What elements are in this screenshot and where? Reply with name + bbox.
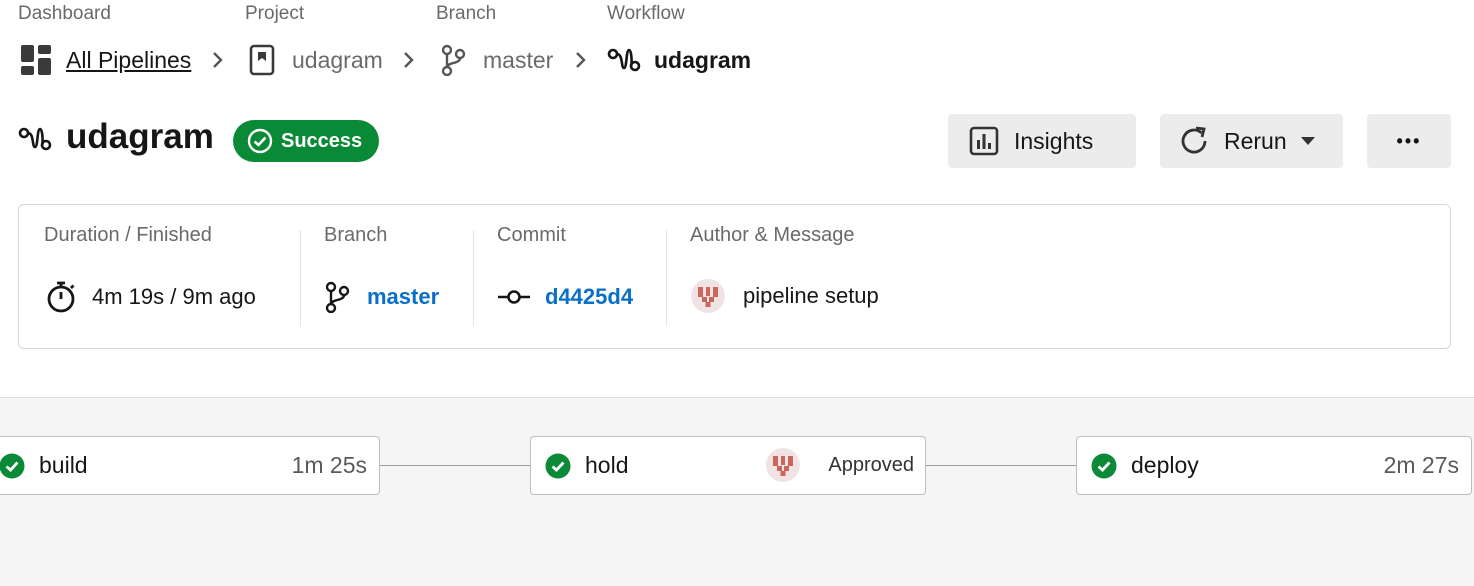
workflow-icon bbox=[606, 42, 642, 78]
author-message-label: Author & Message bbox=[690, 224, 855, 246]
breadcrumb: All Pipelines udagram master udagram bbox=[18, 41, 918, 79]
rerun-button-label: Rerun bbox=[1224, 127, 1287, 154]
branch-icon bbox=[325, 281, 350, 313]
branch-section: Branch master bbox=[324, 224, 474, 326]
job-name: deploy bbox=[1131, 452, 1199, 478]
job-duration: 1m 25s bbox=[291, 452, 367, 478]
commit-value-row: d4425d4 bbox=[497, 280, 633, 314]
stopwatch-icon bbox=[47, 281, 75, 313]
job-build[interactable]: build 1m 25s bbox=[0, 436, 380, 495]
check-circle-icon bbox=[0, 453, 25, 479]
breadcrumb-branch-label: master bbox=[483, 46, 554, 73]
job-name: hold bbox=[585, 452, 629, 478]
job-hold[interactable]: hold Approved bbox=[530, 436, 926, 495]
check-circle-icon bbox=[1091, 453, 1117, 479]
breadcrumb-project[interactable]: udagram bbox=[244, 41, 383, 79]
status-badge-label: Success bbox=[281, 129, 363, 152]
breadcrumb-workflow[interactable]: udagram bbox=[606, 41, 751, 79]
page-title: udagram bbox=[66, 117, 214, 156]
duration-value: 4m 19s / 9m ago bbox=[92, 284, 256, 309]
job-connector bbox=[380, 465, 530, 466]
commit-link[interactable]: d4425d4 bbox=[545, 284, 633, 310]
status-badge: Success bbox=[233, 120, 379, 162]
breadcrumb-workflow-label: udagram bbox=[654, 46, 752, 73]
breadcrumb-project-label: udagram bbox=[292, 46, 383, 73]
breadcrumb-branch[interactable]: master bbox=[435, 41, 553, 79]
commit-message: pipeline setup bbox=[743, 283, 879, 308]
author-section: Author & Message pipeline setup bbox=[690, 224, 990, 326]
commit-icon bbox=[498, 290, 530, 304]
commit-section: Commit d4425d4 bbox=[497, 224, 667, 326]
approval-status: Approved bbox=[828, 454, 914, 476]
job-deploy[interactable]: deploy 2m 27s bbox=[1076, 436, 1472, 495]
project-icon bbox=[244, 42, 280, 78]
duration-label: Duration / Finished bbox=[44, 224, 212, 246]
refresh-icon bbox=[1178, 125, 1210, 157]
branch-label: Branch bbox=[324, 224, 388, 246]
divider bbox=[666, 230, 667, 326]
duration-value-row: 4m 19s / 9m ago bbox=[44, 280, 256, 314]
dashboard-icon bbox=[18, 42, 54, 78]
commit-label: Commit bbox=[497, 224, 566, 246]
bar-chart-icon bbox=[968, 125, 1000, 157]
chevron-right-icon bbox=[210, 41, 226, 79]
more-options-button[interactable]: ••• bbox=[1367, 114, 1451, 168]
branch-value-row: master bbox=[324, 280, 439, 314]
breadcrumb-label-workflow: Workflow bbox=[607, 3, 685, 24]
branch-link[interactable]: master bbox=[367, 284, 439, 310]
insights-button[interactable]: Insights bbox=[948, 114, 1136, 168]
divider bbox=[300, 230, 301, 326]
approver-avatar bbox=[766, 448, 800, 482]
job-connector bbox=[926, 465, 1076, 466]
breadcrumb-labels: Dashboard Project Branch Workflow bbox=[0, 3, 1474, 25]
breadcrumb-all-pipelines[interactable]: All Pipelines bbox=[18, 41, 191, 79]
author-value-row: pipeline setup bbox=[690, 279, 879, 313]
workflow-graph: build 1m 25s hold Approved deploy 2m 27s bbox=[0, 397, 1474, 586]
check-circle-icon bbox=[247, 128, 273, 154]
workflow-icon bbox=[18, 124, 52, 158]
branch-icon bbox=[435, 42, 471, 78]
breadcrumb-label-dashboard: Dashboard bbox=[18, 3, 111, 24]
caret-down-icon bbox=[1300, 136, 1315, 146]
check-circle-icon bbox=[545, 453, 571, 479]
workflow-summary-card: Duration / Finished 4m 19s / 9m ago Bran… bbox=[18, 204, 1451, 349]
job-duration: 2m 27s bbox=[1383, 452, 1459, 478]
more-options-icon: ••• bbox=[1396, 130, 1422, 151]
author-avatar[interactable] bbox=[690, 278, 726, 314]
job-name: build bbox=[39, 452, 88, 478]
chevron-right-icon bbox=[573, 41, 589, 79]
breadcrumb-label-branch: Branch bbox=[436, 3, 497, 24]
duration-section: Duration / Finished 4m 19s / 9m ago bbox=[44, 224, 294, 326]
divider bbox=[473, 230, 474, 326]
rerun-button[interactable]: Rerun bbox=[1160, 114, 1343, 168]
breadcrumb-all-pipelines-label: All Pipelines bbox=[66, 46, 192, 73]
breadcrumb-label-project: Project bbox=[245, 3, 305, 24]
chevron-right-icon bbox=[401, 41, 417, 79]
insights-button-label: Insights bbox=[1014, 127, 1094, 154]
